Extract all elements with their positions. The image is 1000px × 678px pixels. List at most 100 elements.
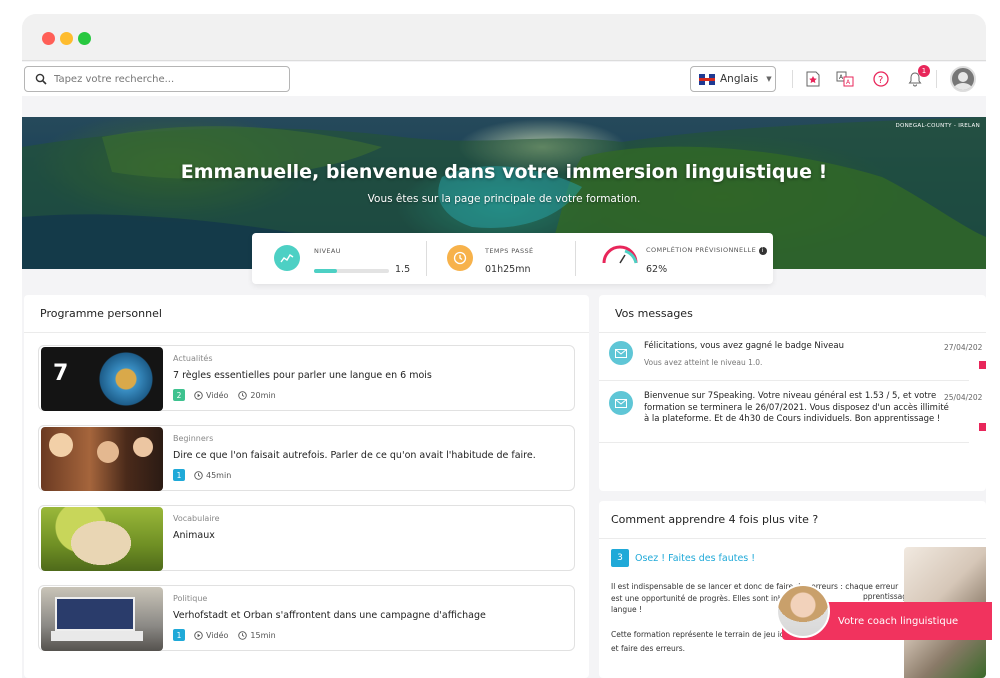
person-shape [133, 437, 153, 457]
course-card[interactable]: Beginners Dire ce que l'on faisait autre… [38, 425, 575, 491]
clock-icon [238, 630, 248, 640]
course-meta: 2 Vidéo 20min [173, 389, 286, 401]
language-select[interactable]: Anglais ▼ [690, 66, 776, 92]
gauge-icon [602, 245, 638, 264]
niveau-progress-fill [314, 269, 337, 273]
course-title: Verhofstadt et Orban s'affrontent dans u… [173, 610, 486, 621]
maximize-window-button[interactable] [78, 32, 91, 45]
clock-icon [194, 470, 203, 480]
course-title: Animaux [173, 530, 215, 541]
delete-message-button[interactable] [979, 361, 986, 369]
seven-logo: 7 [53, 361, 69, 386]
course-card[interactable]: Vocabulaire Animaux [38, 505, 575, 571]
temps-label: TEMPS PASSÉ [485, 247, 534, 255]
stats-card: NIVEAU 1.5 TEMPS PASSÉ 01h25mn COMPLÉTIO… [252, 233, 773, 284]
tips-title: Comment apprendre 4 fois plus vite ? [599, 501, 986, 539]
message-text: Bienvenue sur 7Speaking. Votre niveau gé… [644, 391, 949, 424]
coach-label: Votre coach linguistique [838, 615, 959, 627]
stat-completion[interactable]: COMPLÉTION PRÉVISIONNELLE i 62% [576, 233, 773, 284]
course-duration: 20min [238, 390, 276, 400]
level-badge: 1 [173, 469, 185, 481]
completion-label: COMPLÉTION PRÉVISIONNELLE i [646, 246, 767, 255]
person-shape [97, 441, 119, 463]
course-category: Beginners [173, 434, 214, 443]
messages-title: Vos messages [599, 295, 986, 333]
niveau-label: NIVEAU [314, 247, 341, 255]
user-avatar[interactable] [950, 66, 976, 92]
message-sub: Vous avez atteint le niveau 1.0. [644, 358, 763, 367]
course-meta: 1 Vidéo 15min [173, 629, 286, 641]
search-box[interactable] [24, 66, 290, 92]
coach-avatar[interactable] [776, 584, 830, 638]
tip-paragraph: Cette formation représente le terrain de… [611, 630, 785, 653]
messages-panel: Vos messages Félicitations, vous avez ga… [599, 295, 986, 491]
tip-heading: 3 Osez ! Faites des fautes ! [611, 549, 755, 567]
course-title: Dire ce que l'on faisait autrefois. Parl… [173, 450, 536, 461]
stat-temps[interactable]: TEMPS PASSÉ 01h25mn [427, 233, 575, 284]
chevron-down-icon: ▼ [766, 75, 772, 83]
course-duration: 15min [238, 630, 276, 640]
course-thumbnail [41, 427, 163, 491]
programme-panel: Programme personnel 7 Actualités 7 règle… [24, 295, 589, 678]
course-category: Actualités [173, 354, 213, 363]
language-label: Anglais [720, 73, 759, 85]
message-item[interactable]: Félicitations, vous avez gagné le badge … [599, 331, 986, 381]
course-card[interactable]: 7 Actualités 7 règles essentielles pour … [38, 345, 575, 411]
welcome-title: Emmanuelle, bienvenue dans votre immersi… [180, 161, 828, 183]
billboard-shape [55, 597, 135, 631]
course-duration: 45min [194, 471, 231, 480]
course-title: 7 règles essentielles pour parler une la… [173, 370, 432, 381]
stat-niveau[interactable]: NIVEAU 1.5 [252, 233, 426, 284]
course-type: Vidéo [194, 391, 228, 400]
person-shape [49, 433, 73, 457]
clock-icon [238, 390, 248, 400]
play-icon [194, 630, 203, 640]
envelope-icon [609, 341, 633, 365]
message-date: 27/04/202 [944, 343, 983, 352]
programme-title: Programme personnel [24, 295, 589, 333]
completion-value: 62% [646, 264, 668, 275]
course-category: Vocabulaire [173, 514, 220, 523]
temps-value: 01h25mn [485, 264, 531, 275]
message-item[interactable]: Bienvenue sur 7Speaking. Votre niveau gé… [599, 381, 986, 443]
envelope-icon [609, 391, 633, 415]
truck-shape [51, 631, 143, 641]
search-icon [35, 73, 47, 85]
welcome-subtitle: Vous êtes sur la page principale de votr… [367, 193, 641, 205]
notification-badge: 1 [918, 65, 930, 77]
toolbar-divider [936, 70, 937, 88]
tip-number: 3 [611, 549, 629, 567]
chart-icon [274, 245, 300, 271]
course-type: Vidéo [194, 631, 228, 640]
course-thumbnail: 7 [41, 347, 163, 411]
message-date: 25/04/202 [944, 393, 983, 402]
play-icon [194, 390, 203, 400]
course-thumbnail [41, 507, 163, 571]
tip-heading-text: Osez ! Faites des fautes ! [635, 552, 756, 564]
window-titlebar [22, 14, 986, 61]
location-tag: DONEGAL-COUNTY - IRELAN [895, 123, 980, 129]
browser-window: Anglais ▼ AA ? 1 DONEGAL-COUNTY - IRELAN [22, 14, 986, 678]
delete-message-button[interactable] [979, 423, 986, 431]
level-badge: 2 [173, 389, 185, 401]
clock-icon [447, 245, 473, 271]
course-meta: 1 45min [173, 469, 241, 481]
niveau-value: 1.5 [395, 264, 411, 275]
minimize-window-button[interactable] [60, 32, 73, 45]
flag-star-icon[interactable] [804, 70, 822, 88]
search-input[interactable] [54, 73, 274, 85]
info-icon[interactable]: i [758, 247, 767, 255]
uk-flag-icon [699, 73, 715, 85]
course-card[interactable]: Politique Verhofstadt et Orban s'affront… [38, 585, 575, 651]
help-icon[interactable]: ? [872, 70, 890, 88]
bell-icon[interactable]: 1 [906, 65, 930, 88]
top-navbar: Anglais ▼ AA ? 1 [22, 62, 986, 96]
svg-text:?: ? [878, 75, 883, 86]
translate-icon[interactable]: AA [836, 70, 854, 88]
level-badge: 1 [173, 629, 185, 641]
close-window-button[interactable] [42, 32, 55, 45]
course-thumbnail [41, 587, 163, 651]
message-text: Félicitations, vous avez gagné le badge … [644, 341, 844, 351]
course-category: Politique [173, 594, 208, 603]
toolbar-divider [792, 70, 793, 88]
